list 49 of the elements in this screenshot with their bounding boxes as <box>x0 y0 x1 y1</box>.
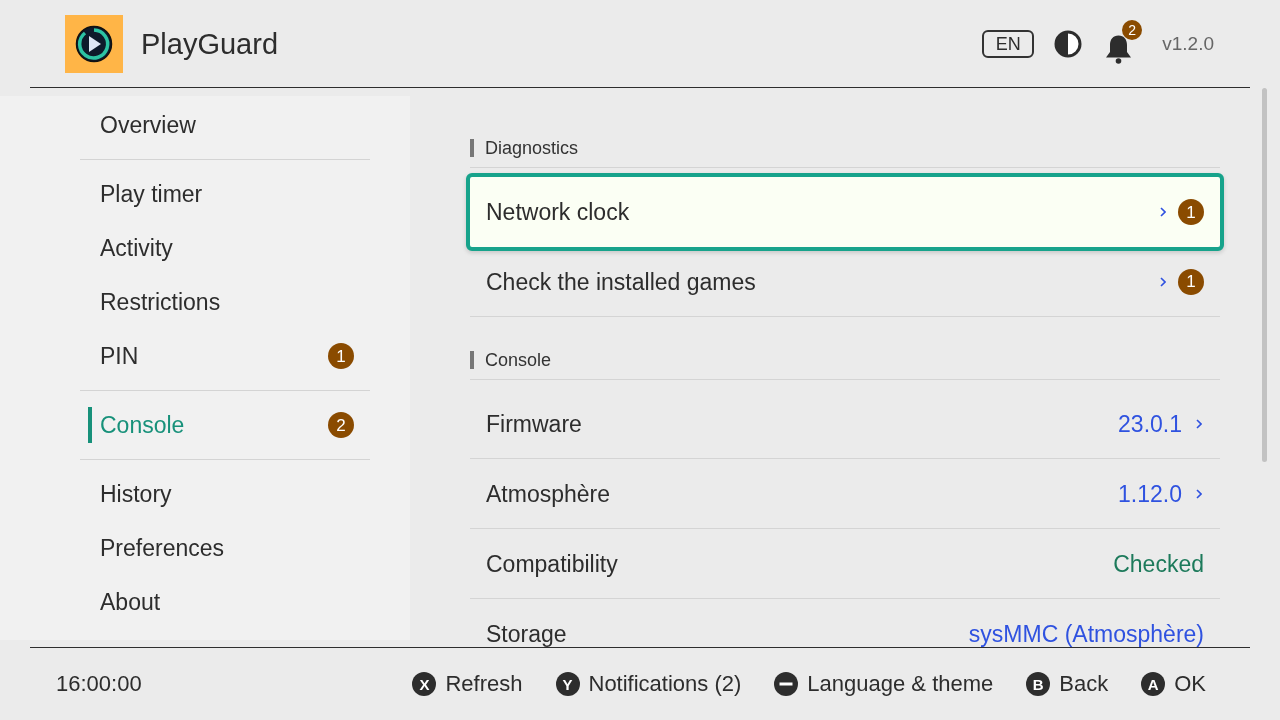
key-glyph: A <box>1141 672 1166 696</box>
count-badge: 2 <box>328 412 354 438</box>
scrollbar[interactable] <box>1262 88 1267 462</box>
app-title: PlayGuard <box>141 26 278 61</box>
sidebar-item[interactable]: Overview <box>80 98 370 152</box>
key-glyph: X <box>412 672 437 696</box>
footer-action[interactable]: A OK <box>1141 671 1206 697</box>
settings-row[interactable]: Firmware 23.0.1 <box>470 389 1220 459</box>
notification-count: 2 <box>1122 19 1143 40</box>
settings-row[interactable]: Network clock 1 <box>466 173 1224 251</box>
sidebar-item[interactable]: History <box>80 467 370 521</box>
sidebar-item[interactable]: PIN 1 <box>80 329 370 383</box>
chevron-right-icon <box>1160 276 1166 287</box>
minus-circle-icon <box>774 672 799 696</box>
chevron-right-icon <box>1196 418 1202 429</box>
count-badge: 1 <box>328 343 354 369</box>
version-label: v1.2.0 <box>1162 32 1214 55</box>
footer-action[interactable]: X Refresh <box>412 671 523 697</box>
settings-row[interactable]: Atmosphère 1.12.0 <box>470 459 1220 529</box>
chevron-right-icon <box>1160 207 1166 217</box>
bell-icon[interactable] <box>1105 33 1133 64</box>
selection-bar <box>88 407 92 443</box>
footer-action[interactable]: Y Notifications (2) <box>555 671 742 697</box>
sidebar-item[interactable]: Restrictions <box>80 275 370 329</box>
footer-action[interactable]: Language & theme <box>774 671 994 697</box>
contrast-icon[interactable] <box>1054 29 1083 58</box>
sidebar-item[interactable]: Console 2 <box>80 398 370 452</box>
setting-value: 23.0.1 <box>1118 410 1182 437</box>
sidebar-item[interactable]: Play timer <box>80 167 370 221</box>
setting-value: sysMMC (Atmosphère) <box>968 620 1204 647</box>
key-glyph: B <box>1026 672 1051 696</box>
sidebar-item[interactable]: About <box>80 575 370 629</box>
logo-icon <box>65 14 123 73</box>
settings-row[interactable]: Storage sysMMC (Atmosphère) <box>470 599 1220 647</box>
setting-value: 1.12.0 <box>1118 480 1182 507</box>
key-glyph: Y <box>555 672 580 696</box>
settings-row[interactable]: Compatibility Checked <box>470 529 1220 599</box>
sidebar-item[interactable]: Preferences <box>80 521 370 575</box>
section-heading: Console <box>470 351 552 369</box>
clock: 16:00:00 <box>56 671 142 697</box>
count-badge: 1 <box>1178 268 1204 295</box>
language-button[interactable]: EN <box>982 29 1035 58</box>
footer-action[interactable]: B Back <box>1026 671 1109 697</box>
chevron-right-icon <box>1196 488 1202 499</box>
setting-value: Checked <box>1113 550 1204 577</box>
sidebar-item[interactable]: Activity <box>80 221 370 275</box>
settings-row[interactable]: Check the installed games 1 <box>470 247 1220 317</box>
section-heading: Diagnostics <box>470 139 579 157</box>
count-badge: 1 <box>1178 199 1204 225</box>
